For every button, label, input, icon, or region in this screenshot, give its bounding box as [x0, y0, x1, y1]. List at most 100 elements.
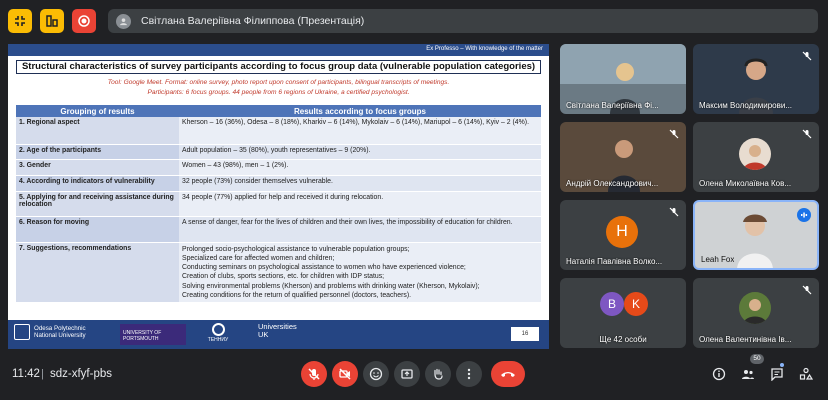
table-cell-value: Prolonged socio-psychological assistance… — [179, 242, 541, 304]
logo-text: National University — [34, 332, 86, 339]
participant-initial-avatar: B — [600, 292, 624, 316]
microphone-toggle-button[interactable] — [301, 361, 327, 387]
collapse-icon — [15, 16, 25, 26]
recommendation-line: Prolonged socio-psychological assistance… — [182, 245, 410, 253]
participant-tile[interactable]: Н Наталія Павлівна Волко... — [560, 200, 686, 270]
reactions-button[interactable] — [363, 361, 389, 387]
table-cell-key: 5. Applying for and receiving assistance… — [16, 191, 179, 217]
stop-recording-button[interactable] — [72, 9, 96, 33]
participant-video-icon — [737, 214, 773, 268]
column-header: Results according to focus groups — [179, 105, 541, 117]
universities-uk-logo: Universities UK — [258, 323, 297, 339]
activities-button[interactable] — [796, 364, 816, 384]
muted-mic-icon — [801, 128, 813, 140]
present-icon — [401, 369, 413, 379]
more-participants-tile[interactable]: B K Ще 42 особи — [560, 278, 686, 348]
participant-tile[interactable]: Олена Валентинівна Ів... — [693, 278, 819, 348]
slide-footer: Odesa Polytechnic National University UN… — [8, 320, 549, 349]
people-button[interactable] — [738, 364, 758, 384]
clock-time: 11:42 — [12, 368, 40, 380]
participant-tile[interactable]: Leah Fox — [693, 200, 819, 270]
meeting-details-button[interactable] — [709, 364, 729, 384]
record-icon — [78, 15, 90, 27]
table-header-row: Grouping of results Results according to… — [16, 105, 541, 117]
table-cell-value: 34 people (77%) applied for help and rec… — [179, 191, 541, 217]
leave-call-button[interactable] — [491, 361, 525, 387]
chat-button[interactable] — [767, 364, 787, 384]
participant-initial-avatar: K — [624, 292, 648, 316]
table-row: 5. Applying for and receiving assistance… — [16, 191, 541, 217]
table-row: 7. Suggestions, recommendations Prolonge… — [16, 242, 541, 304]
table-row: 3. Gender Women – 43 (98%), men – 1 (2%)… — [16, 159, 541, 176]
participant-name: Наталія Павлівна Волко... — [566, 257, 663, 266]
table-cell-key: 4. According to indicators of vulnerabil… — [16, 175, 179, 192]
presenter-avatar — [116, 13, 131, 29]
table-row: 6. Reason for moving A sense of danger, … — [16, 216, 541, 243]
bottom-control-bar: 11:42 | sdz-xfyf-pbs — [0, 352, 828, 400]
odesa-polytechnic-logo: Odesa Polytechnic National University — [14, 324, 86, 340]
recommendation-line: Specialized care for affected women and … — [182, 254, 335, 262]
participant-tile[interactable]: Світлана Валеріївна Фі... — [560, 44, 686, 114]
logo-text: UNIVERSITY OF PORTSMOUTH — [123, 330, 162, 342]
table-cell-value: 32 people (73%) consider themselves vuln… — [179, 175, 541, 192]
table-cell-key: 7. Suggestions, recommendations — [16, 242, 179, 304]
presenting-banner[interactable]: Світлана Валеріївна Філиппова (Презентац… — [108, 9, 818, 33]
slide-subtitle-2: Participants: 6 focus groups. 44 people … — [147, 89, 410, 96]
muted-mic-icon — [668, 128, 680, 140]
ring-icon — [211, 323, 225, 336]
presenter-avatar-icon — [119, 17, 128, 25]
participant-name: Світлана Валеріївна Фі... — [566, 101, 659, 110]
present-screen-button[interactable] — [394, 361, 420, 387]
fullscreen-exit-button[interactable] — [8, 9, 32, 33]
more-options-button[interactable] — [456, 361, 482, 387]
camera-off-icon — [339, 368, 351, 380]
participant-name: Leah Fox — [701, 255, 735, 264]
recommendation-line: Conducting seminars on psychological ass… — [182, 264, 466, 272]
separator: | — [41, 368, 44, 380]
table-cell-value: Kherson – 16 (36%), Odesa – 8 (18%), Kha… — [179, 117, 541, 145]
speaking-indicator-icon — [797, 208, 811, 222]
presenting-label: Світлана Валеріївна Філиппова (Презентац… — [141, 15, 365, 27]
tennnu-logo: ТЕННИУ — [198, 323, 238, 346]
mic-off-icon — [308, 368, 320, 380]
university-crest-icon — [14, 324, 30, 340]
shared-presentation-slide: Ex Professo – With knowledge of the matt… — [8, 44, 549, 349]
recommendation-line: Solving environmental problems (Kherson)… — [182, 282, 480, 290]
muted-mic-icon — [668, 206, 680, 218]
participant-name: Олена Валентинівна Ів... — [699, 335, 792, 344]
recommendation-line: Creation of clubs, sports sections, etc.… — [182, 273, 385, 281]
camera-toggle-button[interactable] — [332, 361, 358, 387]
chat-notification-dot — [780, 363, 784, 367]
table-row: 1. Regional aspect Kherson – 16 (36%), O… — [16, 117, 541, 145]
participant-tile[interactable]: Олена Миколаївна Ков... — [693, 122, 819, 192]
more-vert-icon — [467, 368, 471, 380]
table-cell-value: Adult population – 35 (80%), youth repre… — [179, 144, 541, 160]
participant-initial-avatar: Н — [606, 216, 638, 248]
slide-subtitle-1: Tool: Google Meet. Format: online survey… — [107, 79, 450, 86]
activities-icon — [799, 367, 813, 380]
participant-count-badge: 50 — [750, 354, 764, 364]
table-cell-value: Women – 43 (98%), men – 1 (2%). — [179, 159, 541, 176]
top-bar: Світлана Валеріївна Філиппова (Презентац… — [0, 0, 828, 42]
table-row: 4. According to indicators of vulnerabil… — [16, 175, 541, 192]
muted-mic-icon — [801, 50, 813, 62]
logo-text: Odesa Polytechnic — [34, 325, 86, 332]
info-icon — [712, 367, 726, 381]
participant-tile[interactable]: Андрій Олександрович... — [560, 122, 686, 192]
muted-mic-icon — [801, 284, 813, 296]
participant-photo-avatar — [739, 138, 771, 170]
table-cell-value: A sense of danger, fear for the lives of… — [179, 216, 541, 243]
participant-photo-avatar — [739, 292, 771, 324]
hand-icon — [434, 368, 443, 380]
participant-tile[interactable]: Максим Володимирови... — [693, 44, 819, 114]
table-cell-key: 6. Reason for moving — [16, 216, 179, 243]
recommendation-line: Creating conditions for the return of qu… — [182, 291, 412, 299]
results-table: Grouping of results Results according to… — [16, 105, 541, 304]
portsmouth-logo: UNIVERSITY OF PORTSMOUTH — [120, 324, 186, 345]
layout-icon — [46, 15, 58, 27]
meeting-code: sdz-xfyf-pbs — [50, 368, 112, 380]
table-cell-key: 1. Regional aspect — [16, 117, 179, 145]
slide-page-number: 16 — [511, 327, 539, 341]
raise-hand-button[interactable] — [425, 361, 451, 387]
layout-button[interactable] — [40, 9, 64, 33]
